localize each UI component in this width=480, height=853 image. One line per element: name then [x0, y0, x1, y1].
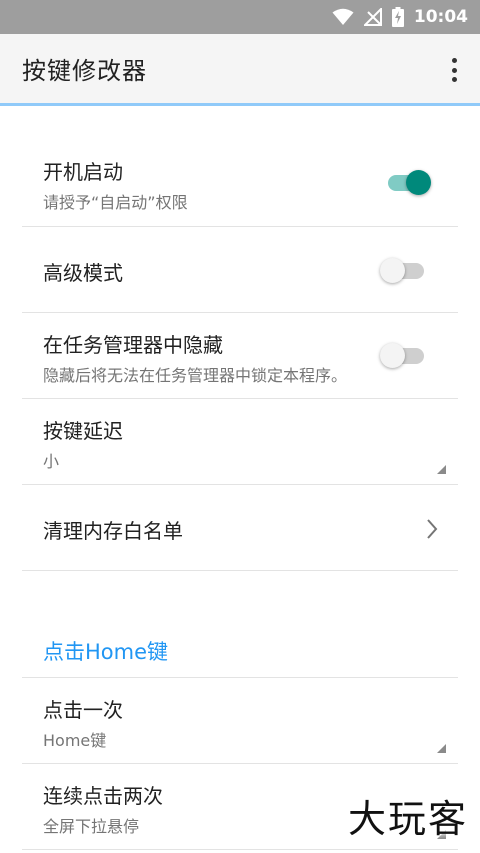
- dropdown-corner-icon: [437, 744, 446, 753]
- setting-boot-start-summary: 请授予“自启动”权限: [43, 193, 188, 212]
- app-bar: 按键修改器: [0, 34, 480, 106]
- watermark: 大玩客: [347, 797, 468, 841]
- setting-double-click-value: 全屏下拉悬停: [43, 817, 140, 836]
- status-bar: 10:04: [0, 0, 480, 34]
- hide-task-manager-switch[interactable]: [380, 340, 426, 370]
- wifi-icon: [332, 8, 354, 26]
- setting-boot-start-title: 开机启动: [43, 160, 123, 184]
- setting-single-click[interactable]: 点击一次 Home键: [22, 678, 458, 764]
- no-signal-icon: [363, 8, 382, 26]
- battery-charging-icon: [391, 7, 404, 27]
- setting-advanced-mode-title: 高级模式: [43, 261, 123, 285]
- setting-hide-task-manager-summary: 隐藏后将无法在任务管理器中锁定本程序。: [43, 366, 348, 385]
- boot-start-switch[interactable]: [386, 167, 432, 197]
- app-title: 按键修改器: [22, 57, 147, 85]
- setting-boot-start[interactable]: 开机启动 请授予“自启动”权限: [22, 140, 458, 227]
- clock: 10:04: [413, 7, 468, 27]
- setting-memory-whitelist[interactable]: 清理内存白名单: [22, 485, 458, 571]
- setting-key-delay-title: 按键延迟: [43, 419, 123, 443]
- chevron-right-icon: [426, 518, 438, 544]
- setting-key-delay[interactable]: 按键延迟 小: [22, 399, 458, 485]
- setting-single-click-value: Home键: [43, 731, 107, 750]
- section-header-home: 点击Home键: [43, 640, 169, 664]
- setting-advanced-mode[interactable]: 高级模式: [22, 227, 458, 313]
- advanced-mode-switch[interactable]: [380, 255, 426, 285]
- dropdown-corner-icon: [437, 465, 446, 474]
- setting-key-delay-value: 小: [43, 452, 60, 471]
- setting-double-click-title: 连续点击两次: [43, 784, 163, 808]
- setting-single-click-title: 点击一次: [43, 698, 123, 722]
- setting-hide-task-manager[interactable]: 在任务管理器中隐藏 隐藏后将无法在任务管理器中锁定本程序。: [22, 313, 458, 399]
- setting-memory-whitelist-title: 清理内存白名单: [43, 519, 183, 543]
- more-vert-icon[interactable]: [444, 56, 464, 84]
- setting-hide-task-manager-title: 在任务管理器中隐藏: [43, 333, 223, 357]
